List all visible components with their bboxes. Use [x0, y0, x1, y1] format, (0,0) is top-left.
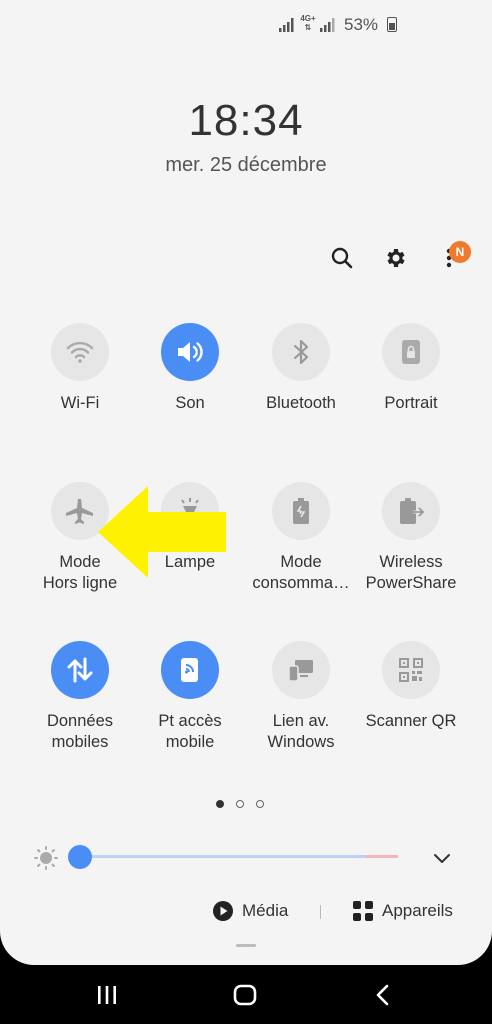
back-icon [376, 984, 389, 1006]
search-icon [331, 247, 353, 269]
tile-hotspot-toggle[interactable] [161, 641, 219, 699]
tile-sound-label: Son [175, 394, 205, 412]
chevron-down-icon[interactable] [432, 848, 452, 868]
tile-mobile-data[interactable]: Données mobiles [24, 641, 136, 753]
media-label: Média [242, 901, 289, 920]
play-icon [213, 901, 233, 921]
annotation-arrow-icon [98, 486, 226, 578]
tile-link-windows-toggle[interactable] [272, 641, 330, 699]
tile-portrait-toggle[interactable] [382, 323, 440, 381]
page-dot-2[interactable] [236, 800, 244, 808]
gear-icon [387, 249, 405, 267]
devices-grid-icon [353, 901, 373, 921]
back-button[interactable] [370, 983, 396, 1007]
quick-settings-panel: 4G+ ⇅ 53% 18:34 mer. 25 décembre N Wi-Fi… [0, 0, 492, 965]
tile-qr-scanner-label: Scanner QR [365, 712, 457, 730]
home-icon [233, 984, 257, 1006]
tile-wifi-label: Wi-Fi [60, 394, 100, 412]
network-label: 4G+ [300, 14, 316, 23]
page-dot-3[interactable] [256, 800, 264, 808]
tile-wifi[interactable]: Wi-Fi [24, 323, 136, 414]
tile-wireless-powershare[interactable]: Wireless PowerShare [355, 482, 467, 594]
bluetooth-icon [293, 339, 309, 365]
clock-date: mer. 25 décembre [165, 154, 327, 176]
tile-link-windows-label: Lien av. Windows [267, 712, 335, 751]
tile-wifi-toggle[interactable] [51, 323, 109, 381]
tile-power-saving-toggle[interactable] [272, 482, 330, 540]
tile-hotspot[interactable]: Pt accès mobile [134, 641, 246, 753]
tile-hotspot-label: Pt accès mobile [158, 712, 222, 751]
tile-power-saving[interactable]: Mode consomma… [245, 482, 357, 594]
drag-handle[interactable] [236, 944, 256, 947]
recents-button[interactable] [94, 983, 120, 1007]
devices-button[interactable]: Appareils [352, 900, 453, 922]
tile-mobile-data-label: Données mobiles [46, 712, 114, 751]
tile-qr-scanner-toggle[interactable] [382, 641, 440, 699]
airplane-icon [66, 499, 93, 524]
footer-divider [320, 905, 321, 919]
brightness-slider[interactable] [80, 855, 398, 858]
sun-icon [34, 846, 58, 870]
volume-icon [178, 342, 203, 362]
tile-bluetooth[interactable]: Bluetooth [245, 323, 357, 414]
signal-icon [279, 18, 294, 32]
navigation-bar [0, 965, 492, 1024]
page-indicator [216, 800, 264, 808]
tile-qr-scanner[interactable]: Scanner QR [355, 641, 467, 732]
settings-button[interactable] [381, 243, 411, 273]
home-button[interactable] [232, 983, 258, 1007]
tile-portrait-label: Portrait [384, 394, 438, 412]
notification-badge: N [449, 241, 471, 263]
clock-time: 18:34 [188, 96, 304, 145]
wifi-icon [66, 341, 94, 363]
battery-icon [387, 17, 397, 32]
signal-icon-2 [320, 18, 335, 32]
recents-icon [98, 986, 116, 1004]
media-button[interactable]: Média [212, 900, 288, 922]
tile-bluetooth-label: Bluetooth [266, 394, 336, 412]
portrait-lock-icon [402, 340, 420, 364]
tile-sound[interactable]: Son [134, 323, 246, 414]
brightness-slider-thumb[interactable] [68, 845, 92, 869]
page-dot-1[interactable] [216, 800, 224, 808]
devices-label: Appareils [382, 901, 453, 920]
tile-link-windows[interactable]: Lien av. Windows [245, 641, 357, 753]
tile-mobile-data-toggle[interactable] [51, 641, 109, 699]
tile-wireless-powershare-label: Wireless PowerShare [365, 553, 457, 592]
network-type: 4G+ ⇅ [300, 14, 316, 32]
battery-percent: 53% [344, 15, 379, 34]
wireless-powershare-icon [400, 498, 425, 524]
mobile-data-icon [67, 657, 93, 683]
search-button[interactable] [327, 243, 357, 273]
tile-portrait[interactable]: Portrait [355, 323, 467, 414]
qr-scanner-icon [399, 658, 423, 682]
battery-saver-icon [293, 498, 309, 524]
tile-wireless-powershare-toggle[interactable] [382, 482, 440, 540]
link-windows-icon [288, 660, 313, 682]
tile-bluetooth-toggle[interactable] [272, 323, 330, 381]
hotspot-icon [181, 658, 198, 682]
tile-power-saving-label: Mode consomma… [252, 553, 350, 592]
tile-sound-toggle[interactable] [161, 323, 219, 381]
